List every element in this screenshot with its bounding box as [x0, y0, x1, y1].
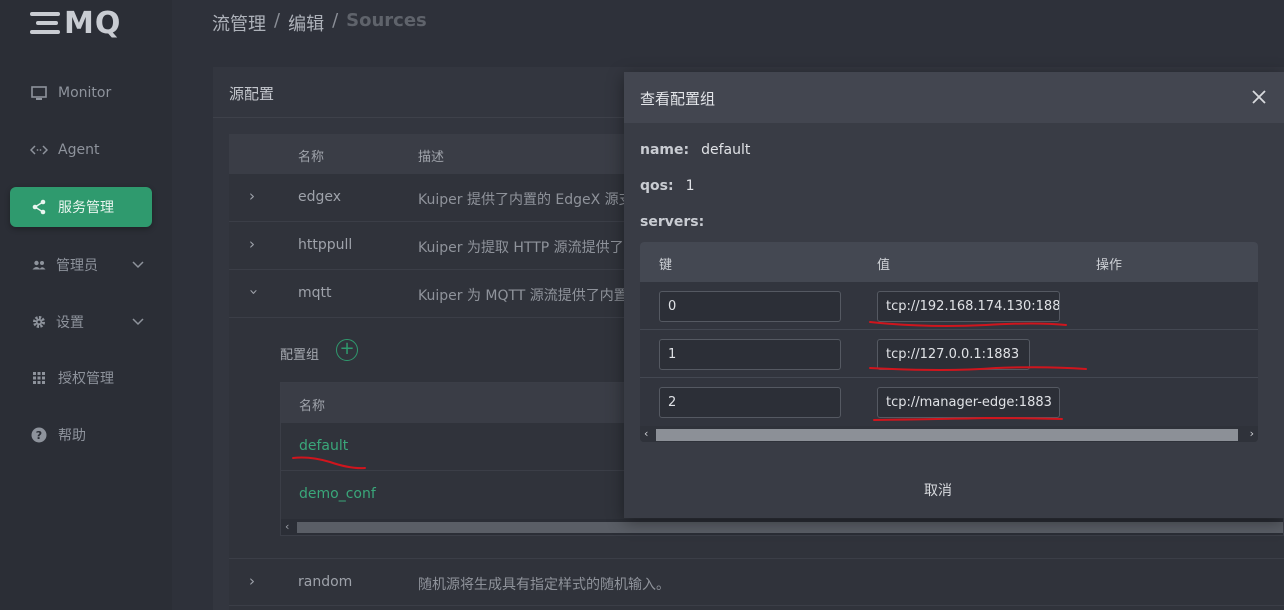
sidebar-item-label: Agent: [58, 142, 100, 158]
view-config-group-dialog: 查看配置组 name: default qos: 1 servers: 键 值 操作…: [624, 72, 1284, 518]
sidebar-item-agent[interactable]: Agent: [10, 130, 152, 170]
sidebar-item-monitor[interactable]: Monitor: [10, 73, 152, 113]
emq-logo[interactable]: MQ: [30, 5, 122, 41]
sidebar-item-service-management[interactable]: 服务管理: [10, 187, 152, 227]
server-key-input[interactable]: 2: [659, 387, 841, 418]
source-desc: 随机源将生成具有指定样式的随机输入。: [418, 577, 670, 593]
sidebar-item-label: 授权管理: [58, 371, 114, 387]
chevron-down-icon: [132, 314, 144, 330]
source-name: edgex: [298, 189, 342, 205]
source-desc: Kuiper 为提取 HTTP 源流提供了内: [418, 240, 638, 256]
sidebar-item-help[interactable]: ? 帮助: [10, 415, 152, 455]
source-name: random: [298, 574, 353, 590]
horizontal-scrollbar[interactable]: ‹ ›: [640, 426, 1258, 442]
annotation-underline: [292, 456, 366, 470]
server-key-input[interactable]: 1: [659, 339, 841, 370]
chevron-right-icon[interactable]: ›: [249, 187, 255, 205]
sidebar-item-label: 设置: [56, 315, 84, 331]
config-group-title: 配置组: [280, 348, 320, 363]
breadcrumb-item-stream[interactable]: 流管理: [212, 10, 266, 36]
table-header: 键 值 操作: [640, 242, 1258, 282]
chevron-right-icon[interactable]: ›: [249, 572, 255, 590]
logo-text: MQ: [64, 5, 122, 41]
chevron-right-icon[interactable]: ›: [249, 235, 255, 253]
logo-e-mark: [30, 10, 62, 36]
qos-label: qos:: [640, 178, 674, 194]
name-label: name:: [640, 142, 690, 158]
chevron-down-icon[interactable]: ›: [245, 289, 263, 295]
source-name: httppull: [298, 237, 353, 253]
column-header-key: 键: [659, 258, 673, 273]
chevron-down-icon: [132, 257, 144, 273]
help-icon: ?: [30, 426, 48, 444]
server-key-input[interactable]: 0: [659, 291, 841, 322]
gear-icon: [30, 313, 48, 331]
column-header-name: 名称: [298, 150, 325, 165]
sidebar-item-label: 帮助: [58, 428, 86, 444]
dialog-header: 查看配置组: [624, 72, 1284, 123]
config-group-link[interactable]: default: [299, 438, 348, 454]
scroll-left-icon[interactable]: ‹: [285, 520, 289, 533]
code-arrows-icon: [30, 141, 48, 159]
column-header-action: 操作: [1096, 258, 1123, 273]
servers-field: servers:: [640, 214, 716, 230]
horizontal-scrollbar[interactable]: ‹: [281, 519, 1283, 535]
grid-icon: [30, 369, 48, 387]
users-icon: [30, 256, 48, 274]
cancel-button[interactable]: 取消: [924, 480, 952, 500]
card-title: 源配置: [229, 85, 275, 103]
scroll-left-icon[interactable]: ‹: [644, 427, 648, 440]
column-header-value: 值: [877, 258, 891, 273]
servers-label: servers:: [640, 214, 705, 230]
scroll-right-icon[interactable]: ›: [1250, 427, 1254, 440]
source-desc: Kuiper 提供了内置的 EdgeX 源支: [418, 192, 633, 208]
source-name: mqtt: [298, 285, 332, 301]
column-header-desc: 描述: [418, 150, 445, 165]
close-icon[interactable]: [1252, 84, 1266, 110]
breadcrumb-item-current: Sources: [346, 10, 427, 31]
monitor-icon: [30, 84, 48, 102]
sidebar-item-label: 管理员: [56, 258, 98, 274]
breadcrumb-separator: /: [332, 10, 339, 31]
scrollbar-thumb[interactable]: [656, 429, 1238, 441]
share-icon: [30, 198, 48, 216]
annotation-underlines: [869, 321, 1087, 421]
scrollbar-thumb[interactable]: [297, 522, 1283, 533]
name-value: default: [701, 142, 751, 158]
qos-field: qos: 1: [640, 178, 695, 194]
breadcrumb-separator: /: [274, 10, 281, 31]
sidebar-item-label: 服务管理: [58, 200, 114, 216]
breadcrumb: 流管理 / 编辑 / Sources: [212, 10, 427, 36]
breadcrumb-item-edit[interactable]: 编辑: [288, 10, 324, 36]
sidebar-item-settings[interactable]: 设置: [10, 302, 152, 342]
dialog-title: 查看配置组: [640, 90, 716, 108]
name-field: name: default: [640, 142, 750, 158]
column-header-name: 名称: [299, 399, 326, 414]
table-row[interactable]: › random 随机源将生成具有指定样式的随机输入。: [229, 558, 1284, 606]
source-desc: Kuiper 为 MQTT 源流提供了内置: [418, 288, 628, 304]
sidebar-item-license[interactable]: 授权管理: [10, 358, 152, 398]
add-config-group-button[interactable]: +: [336, 339, 358, 361]
sidebar-item-admin[interactable]: 管理员: [10, 245, 152, 285]
sidebar: MQ Monitor Agent 服务管理 管理员 设置 授权管理 ? 帮助: [0, 0, 172, 610]
qos-value: 1: [685, 178, 695, 194]
config-group-link[interactable]: demo_conf: [299, 486, 376, 502]
sidebar-item-label: Monitor: [58, 85, 112, 101]
svg-text:?: ?: [36, 429, 42, 442]
